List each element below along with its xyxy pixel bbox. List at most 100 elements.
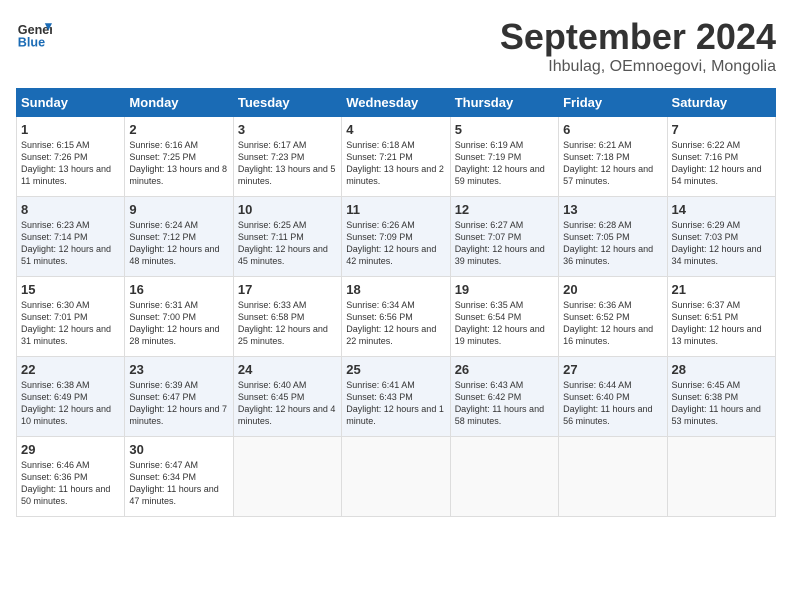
day-number: 14	[672, 202, 771, 217]
cell-content: Sunrise: 6:41 AMSunset: 6:43 PMDaylight:…	[346, 379, 445, 428]
day-number: 1	[21, 122, 120, 137]
calendar-week-4: 22 Sunrise: 6:38 AMSunset: 6:49 PMDayligh…	[17, 357, 776, 437]
calendar-cell: 20 Sunrise: 6:36 AMSunset: 6:52 PMDayligh…	[559, 277, 667, 357]
cell-content: Sunrise: 6:17 AMSunset: 7:23 PMDaylight:…	[238, 139, 337, 188]
day-number: 19	[455, 282, 554, 297]
calendar-week-2: 8 Sunrise: 6:23 AMSunset: 7:14 PMDaylight…	[17, 197, 776, 277]
calendar-week-5: 29 Sunrise: 6:46 AMSunset: 6:36 PMDayligh…	[17, 437, 776, 517]
cell-content: Sunrise: 6:46 AMSunset: 6:36 PMDaylight:…	[21, 459, 120, 508]
cell-content: Sunrise: 6:29 AMSunset: 7:03 PMDaylight:…	[672, 219, 771, 268]
calendar-cell: 3 Sunrise: 6:17 AMSunset: 7:23 PMDaylight…	[233, 117, 341, 197]
title-area: September 2024 Ihbulag, OEmnoegovi, Mong…	[500, 16, 776, 76]
month-title: September 2024	[500, 16, 776, 58]
header: General Blue September 2024 Ihbulag, OEm…	[16, 16, 776, 76]
cell-content: Sunrise: 6:15 AMSunset: 7:26 PMDaylight:…	[21, 139, 120, 188]
cell-content: Sunrise: 6:40 AMSunset: 6:45 PMDaylight:…	[238, 379, 337, 428]
day-number: 20	[563, 282, 662, 297]
cell-content: Sunrise: 6:19 AMSunset: 7:19 PMDaylight:…	[455, 139, 554, 188]
day-number: 29	[21, 442, 120, 457]
day-number: 7	[672, 122, 771, 137]
cell-content: Sunrise: 6:39 AMSunset: 6:47 PMDaylight:…	[129, 379, 228, 428]
cell-content: Sunrise: 6:27 AMSunset: 7:07 PMDaylight:…	[455, 219, 554, 268]
calendar-cell: 17 Sunrise: 6:33 AMSunset: 6:58 PMDayligh…	[233, 277, 341, 357]
cell-content: Sunrise: 6:18 AMSunset: 7:21 PMDaylight:…	[346, 139, 445, 188]
calendar-cell	[667, 437, 775, 517]
calendar-cell: 14 Sunrise: 6:29 AMSunset: 7:03 PMDayligh…	[667, 197, 775, 277]
cell-content: Sunrise: 6:31 AMSunset: 7:00 PMDaylight:…	[129, 299, 228, 348]
calendar-table: SundayMondayTuesdayWednesdayThursdayFrid…	[16, 88, 776, 517]
cell-content: Sunrise: 6:47 AMSunset: 6:34 PMDaylight:…	[129, 459, 228, 508]
day-number: 11	[346, 202, 445, 217]
cell-content: Sunrise: 6:36 AMSunset: 6:52 PMDaylight:…	[563, 299, 662, 348]
calendar-cell: 8 Sunrise: 6:23 AMSunset: 7:14 PMDaylight…	[17, 197, 125, 277]
day-number: 23	[129, 362, 228, 377]
calendar-cell: 23 Sunrise: 6:39 AMSunset: 6:47 PMDayligh…	[125, 357, 233, 437]
cell-content: Sunrise: 6:43 AMSunset: 6:42 PMDaylight:…	[455, 379, 554, 428]
day-number: 18	[346, 282, 445, 297]
calendar-cell: 4Sunrise: 6:18 AMSunset: 7:21 PMDaylight…	[342, 117, 450, 197]
weekday-header-wednesday: Wednesday	[342, 89, 450, 117]
day-number: 30	[129, 442, 228, 457]
calendar-cell	[233, 437, 341, 517]
day-number: 22	[21, 362, 120, 377]
day-number: 16	[129, 282, 228, 297]
day-number: 8	[21, 202, 120, 217]
cell-content: Sunrise: 6:25 AMSunset: 7:11 PMDaylight:…	[238, 219, 337, 268]
weekday-header-monday: Monday	[125, 89, 233, 117]
calendar-cell: 10 Sunrise: 6:25 AMSunset: 7:11 PMDayligh…	[233, 197, 341, 277]
calendar-cell: 19 Sunrise: 6:35 AMSunset: 6:54 PMDayligh…	[450, 277, 558, 357]
weekday-header-tuesday: Tuesday	[233, 89, 341, 117]
cell-content: Sunrise: 6:33 AMSunset: 6:58 PMDaylight:…	[238, 299, 337, 348]
cell-content: Sunrise: 6:37 AMSunset: 6:51 PMDaylight:…	[672, 299, 771, 348]
calendar-cell: 7 Sunrise: 6:22 AMSunset: 7:16 PMDaylight…	[667, 117, 775, 197]
cell-content: Sunrise: 6:34 AMSunset: 6:56 PMDaylight:…	[346, 299, 445, 348]
cell-content: Sunrise: 6:26 AMSunset: 7:09 PMDaylight:…	[346, 219, 445, 268]
logo-icon: General Blue	[16, 16, 52, 52]
calendar-cell: 2 Sunrise: 6:16 AMSunset: 7:25 PMDaylight…	[125, 117, 233, 197]
cell-content: Sunrise: 6:44 AMSunset: 6:40 PMDaylight:…	[563, 379, 662, 428]
cell-content: Sunrise: 6:16 AMSunset: 7:25 PMDaylight:…	[129, 139, 228, 188]
day-number: 5	[455, 122, 554, 137]
calendar-cell: 1 Sunrise: 6:15 AMSunset: 7:26 PMDaylight…	[17, 117, 125, 197]
calendar-cell: 27 Sunrise: 6:44 AMSunset: 6:40 PMDayligh…	[559, 357, 667, 437]
calendar-cell: 16 Sunrise: 6:31 AMSunset: 7:00 PMDayligh…	[125, 277, 233, 357]
calendar-cell: 6 Sunrise: 6:21 AMSunset: 7:18 PMDaylight…	[559, 117, 667, 197]
cell-content: Sunrise: 6:24 AMSunset: 7:12 PMDaylight:…	[129, 219, 228, 268]
day-number: 27	[563, 362, 662, 377]
weekday-header-friday: Friday	[559, 89, 667, 117]
calendar-cell: 24Sunrise: 6:40 AMSunset: 6:45 PMDayligh…	[233, 357, 341, 437]
day-number: 26	[455, 362, 554, 377]
svg-text:Blue: Blue	[18, 36, 45, 50]
day-number: 17	[238, 282, 337, 297]
calendar-cell: 29 Sunrise: 6:46 AMSunset: 6:36 PMDayligh…	[17, 437, 125, 517]
calendar-week-3: 15Sunrise: 6:30 AMSunset: 7:01 PMDayligh…	[17, 277, 776, 357]
calendar-cell: 22 Sunrise: 6:38 AMSunset: 6:49 PMDayligh…	[17, 357, 125, 437]
cell-content: Sunrise: 6:38 AMSunset: 6:49 PMDaylight:…	[21, 379, 120, 428]
day-number: 3	[238, 122, 337, 137]
cell-content: Sunrise: 6:45 AMSunset: 6:38 PMDaylight:…	[672, 379, 771, 428]
calendar-cell: 9 Sunrise: 6:24 AMSunset: 7:12 PMDaylight…	[125, 197, 233, 277]
calendar-week-1: 1 Sunrise: 6:15 AMSunset: 7:26 PMDaylight…	[17, 117, 776, 197]
weekday-header-sunday: Sunday	[17, 89, 125, 117]
cell-content: Sunrise: 6:22 AMSunset: 7:16 PMDaylight:…	[672, 139, 771, 188]
cell-content: Sunrise: 6:21 AMSunset: 7:18 PMDaylight:…	[563, 139, 662, 188]
calendar-cell: 21 Sunrise: 6:37 AMSunset: 6:51 PMDayligh…	[667, 277, 775, 357]
day-number: 15	[21, 282, 120, 297]
cell-content: Sunrise: 6:23 AMSunset: 7:14 PMDaylight:…	[21, 219, 120, 268]
day-number: 9	[129, 202, 228, 217]
calendar-cell: 11 Sunrise: 6:26 AMSunset: 7:09 PMDayligh…	[342, 197, 450, 277]
day-number: 10	[238, 202, 337, 217]
calendar-cell: 28 Sunrise: 6:45 AMSunset: 6:38 PMDayligh…	[667, 357, 775, 437]
cell-content: Sunrise: 6:35 AMSunset: 6:54 PMDaylight:…	[455, 299, 554, 348]
weekday-header-row: SundayMondayTuesdayWednesdayThursdayFrid…	[17, 89, 776, 117]
day-number: 12	[455, 202, 554, 217]
day-number: 28	[672, 362, 771, 377]
day-number: 25	[346, 362, 445, 377]
calendar-cell: 26 Sunrise: 6:43 AMSunset: 6:42 PMDayligh…	[450, 357, 558, 437]
calendar-cell: 15Sunrise: 6:30 AMSunset: 7:01 PMDayligh…	[17, 277, 125, 357]
calendar-cell	[559, 437, 667, 517]
day-number: 2	[129, 122, 228, 137]
day-number: 21	[672, 282, 771, 297]
day-number: 6	[563, 122, 662, 137]
calendar-cell: 25 Sunrise: 6:41 AMSunset: 6:43 PMDayligh…	[342, 357, 450, 437]
